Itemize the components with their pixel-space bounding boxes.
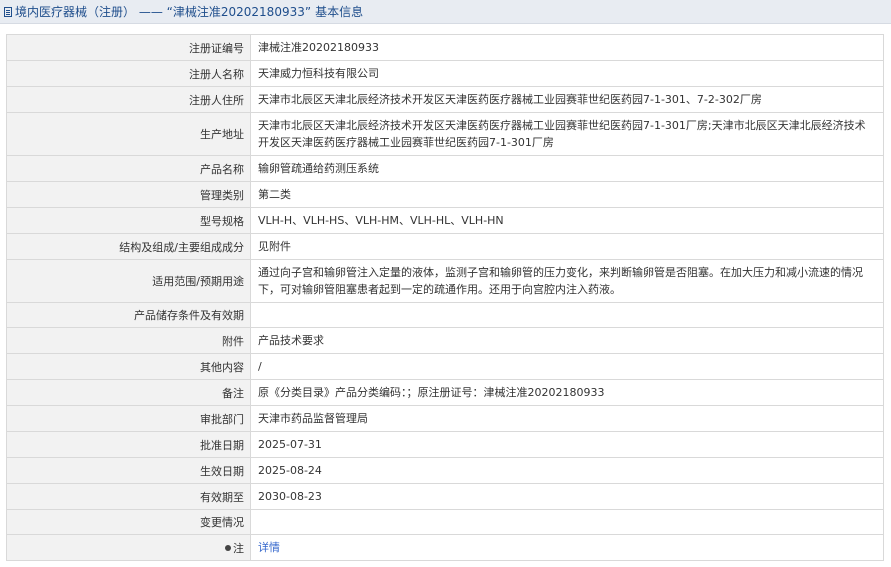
field-value: VLH-H、VLH-HS、VLH-HM、VLH-HL、VLH-HN	[250, 207, 884, 234]
table-row: 批准日期 2025-07-31	[6, 431, 884, 458]
note-value-cell: 详情	[250, 534, 884, 561]
field-value: 天津市北辰区天津北辰经济技术开发区天津医药医疗器械工业园赛菲世纪医药园7-1-3…	[250, 86, 884, 113]
title-suffix: 基本信息	[315, 5, 364, 19]
field-label: 变更情况	[6, 509, 251, 535]
field-value: 通过向子宫和输卵管注入定量的液体，监测子宫和输卵管的压力变化，来判断输卵管是否阻…	[250, 259, 884, 303]
field-label: 产品名称	[6, 155, 251, 182]
field-value	[250, 509, 884, 535]
field-label: 型号规格	[6, 207, 251, 234]
table-row: 产品名称 输卵管疏通给药测压系统	[6, 155, 884, 182]
field-label: 备注	[6, 379, 251, 406]
info-table: 注册证编号 津械注准20202180933 注册人名称 天津威力恒科技有限公司 …	[6, 34, 884, 561]
field-label: 注册证编号	[6, 34, 251, 61]
field-label: 生效日期	[6, 457, 251, 484]
field-value: 天津市北辰区天津北辰经济技术开发区天津医药医疗器械工业园赛菲世纪医药园7-1-3…	[250, 112, 884, 156]
field-value: 天津市药品监督管理局	[250, 405, 884, 432]
table-row: 注册人名称 天津威力恒科技有限公司	[6, 60, 884, 87]
table-row: 生效日期 2025-08-24	[6, 457, 884, 484]
field-label: 批准日期	[6, 431, 251, 458]
table-row: 备注 原《分类目录》产品分类编码：；原注册证号：津械注准20202180933	[6, 379, 884, 406]
title-subject: “津械注准20202180933”	[166, 5, 312, 19]
table-row: 有效期至 2030-08-23	[6, 483, 884, 510]
title-separator: ——	[135, 4, 167, 19]
document-icon	[4, 6, 12, 17]
field-value: 产品技术要求	[250, 327, 884, 354]
page-title-bar: 境内医疗器械（注册） —— “津械注准20202180933” 基本信息	[0, 0, 891, 24]
details-link[interactable]: 详情	[258, 541, 280, 554]
title-prefix: 境内医疗器械（注册）	[15, 5, 136, 19]
field-value: /	[250, 353, 884, 380]
field-label: 注册人住所	[6, 86, 251, 113]
field-label: 结构及组成/主要组成成分	[6, 233, 251, 260]
field-value: 2025-08-24	[250, 457, 884, 484]
table-row: 注 详情	[6, 534, 884, 561]
field-value: 2030-08-23	[250, 483, 884, 510]
field-value: 见附件	[250, 233, 884, 260]
table-row: 管理类别 第二类	[6, 181, 884, 208]
field-label: 产品储存条件及有效期	[6, 302, 251, 328]
table-row: 生产地址 天津市北辰区天津北辰经济技术开发区天津医药医疗器械工业园赛菲世纪医药园…	[6, 112, 884, 156]
pin-icon	[225, 544, 231, 551]
field-value: 原《分类目录》产品分类编码：；原注册证号：津械注准20202180933	[250, 379, 884, 406]
field-label: 注册人名称	[6, 60, 251, 87]
field-label: 管理类别	[6, 181, 251, 208]
field-label: 审批部门	[6, 405, 251, 432]
table-row: 产品储存条件及有效期	[6, 302, 884, 328]
field-label: 附件	[6, 327, 251, 354]
table-row: 变更情况	[6, 509, 884, 535]
field-value: 2025-07-31	[250, 431, 884, 458]
field-value	[250, 302, 884, 328]
table-row: 其他内容 /	[6, 353, 884, 380]
field-value: 输卵管疏通给药测压系统	[250, 155, 884, 182]
field-label: 其他内容	[6, 353, 251, 380]
table-row: 结构及组成/主要组成成分 见附件	[6, 233, 884, 260]
field-label: 生产地址	[6, 112, 251, 156]
table-row: 审批部门 天津市药品监督管理局	[6, 405, 884, 432]
table-row: 附件 产品技术要求	[6, 327, 884, 354]
field-label: 适用范围/预期用途	[6, 259, 251, 303]
field-value: 津械注准20202180933	[250, 34, 884, 61]
table-row: 型号规格 VLH-H、VLH-HS、VLH-HM、VLH-HL、VLH-HN	[6, 207, 884, 234]
note-label: 注	[233, 541, 244, 555]
field-value: 第二类	[250, 181, 884, 208]
field-value: 天津威力恒科技有限公司	[250, 60, 884, 87]
table-row: 注册证编号 津械注准20202180933	[6, 34, 884, 61]
table-row: 注册人住所 天津市北辰区天津北辰经济技术开发区天津医药医疗器械工业园赛菲世纪医药…	[6, 86, 884, 113]
note-label-cell: 注	[6, 534, 251, 561]
table-row: 适用范围/预期用途 通过向子宫和输卵管注入定量的液体，监测子宫和输卵管的压力变化…	[6, 259, 884, 303]
field-label: 有效期至	[6, 483, 251, 510]
